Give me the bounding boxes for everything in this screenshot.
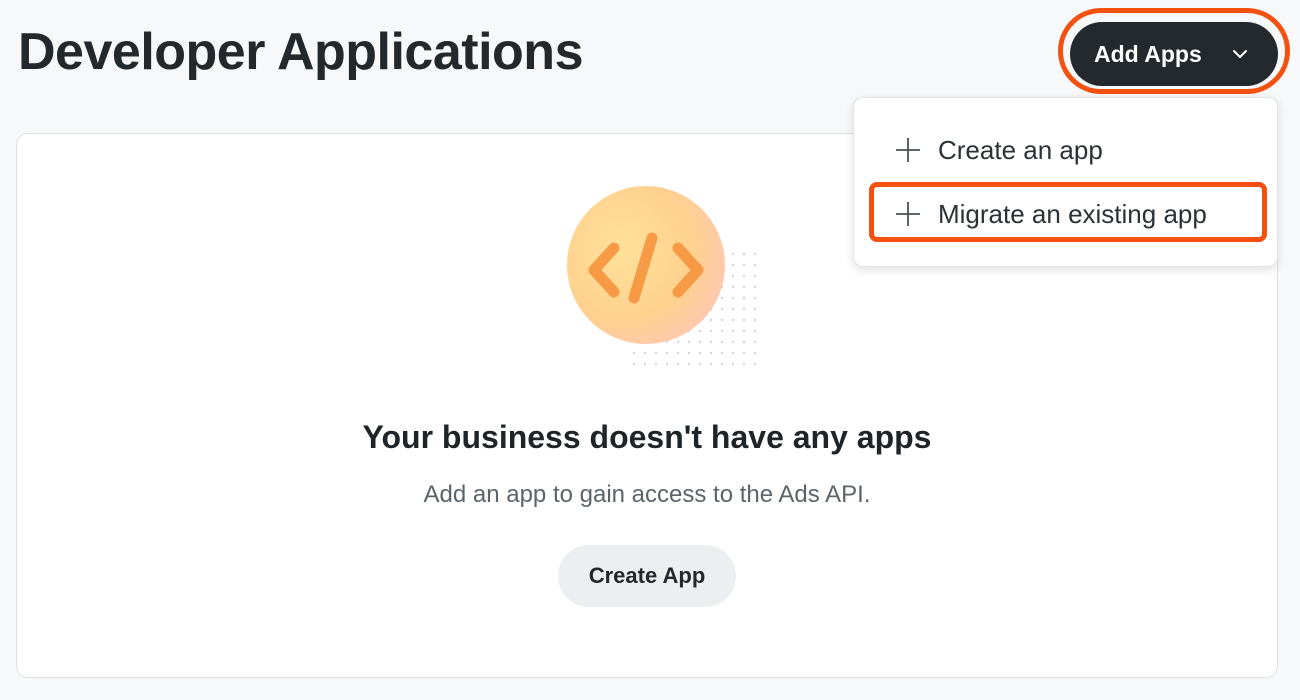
menu-item-migrate-app[interactable]: Migrate an existing app <box>894 194 1207 234</box>
empty-state-title: Your business doesn't have any apps <box>362 419 932 455</box>
add-apps-dropdown: Create an app Migrate an existing app <box>853 97 1278 267</box>
create-app-button[interactable]: Create App <box>558 545 736 607</box>
menu-item-create-app[interactable]: Create an app <box>894 130 1103 170</box>
code-brackets-icon <box>567 186 756 374</box>
page-title: Developer Applications <box>18 23 584 81</box>
add-apps-label: Add Apps <box>1094 40 1202 67</box>
menu-item-label: Create an app <box>938 134 1103 165</box>
empty-state-subtitle: Add an app to gain access to the Ads API… <box>423 481 871 508</box>
chevron-down-icon <box>1233 50 1247 58</box>
add-apps-button[interactable]: Add Apps <box>1070 22 1278 86</box>
plus-icon <box>896 138 920 162</box>
plus-icon <box>896 202 920 226</box>
menu-item-label: Migrate an existing app <box>938 198 1207 229</box>
